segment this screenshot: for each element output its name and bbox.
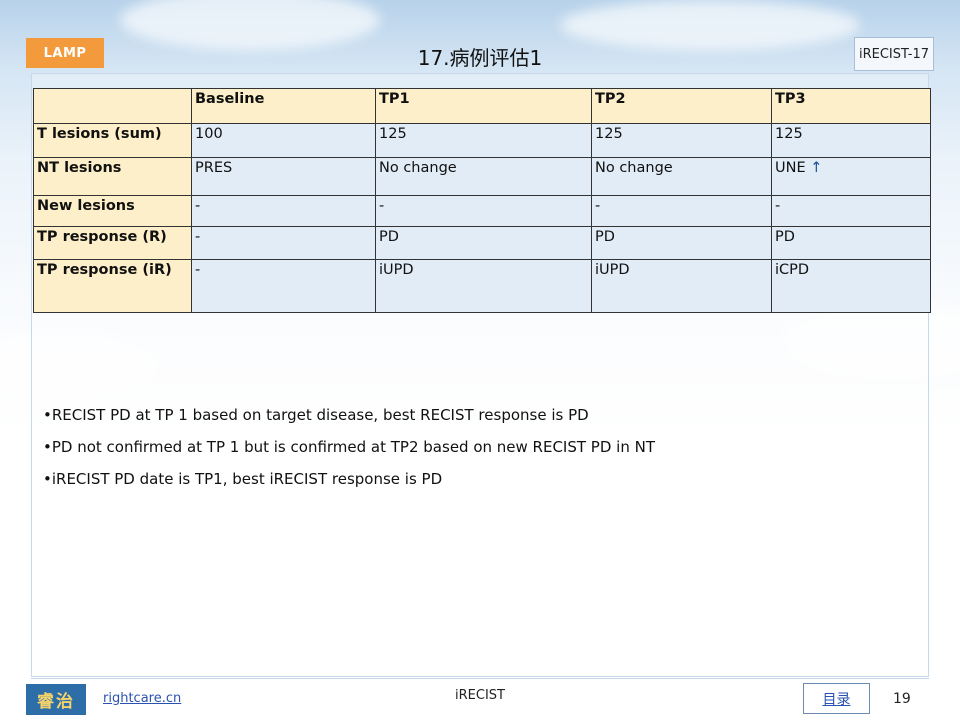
table-cell: 125 — [771, 123, 931, 158]
table-cell: iCPD — [771, 259, 931, 313]
table-row: New lesions - - - - — [33, 195, 931, 227]
footer-divider — [31, 678, 929, 679]
table-cell: 125 — [375, 123, 592, 158]
table-row: TP response (iR) - iUPD iUPD iCPD — [33, 259, 931, 313]
table-cell: 100 — [191, 123, 376, 158]
notes-list: •RECIST PD at TP 1 based on target disea… — [43, 404, 655, 500]
table-cell: PD — [591, 226, 772, 260]
header-cell-baseline: Baseline — [191, 88, 376, 124]
header-cell-tp1: TP1 — [375, 88, 592, 124]
table-row: TP response (R) - PD PD PD — [33, 226, 931, 260]
table-row: NT lesions PRES No change No change UNE … — [33, 157, 931, 196]
evaluation-table: Baseline TP1 TP2 TP3 T lesions (sum) 100… — [33, 88, 931, 313]
row-label: New lesions — [33, 195, 192, 227]
page-title: 17.病例评估1 — [417, 46, 543, 70]
list-item: •RECIST PD at TP 1 based on target disea… — [43, 406, 589, 424]
slide-tag: iRECIST-17 — [854, 37, 934, 71]
table-cell: No change — [591, 157, 772, 196]
list-item: •PD not confirmed at TP 1 but is confirm… — [43, 438, 655, 456]
header-cell-tp2: TP2 — [591, 88, 772, 124]
row-label: T lesions (sum) — [33, 123, 192, 158]
table-cell: - — [591, 195, 772, 227]
header-cell-tp3: TP3 — [771, 88, 931, 124]
table-cell: PD — [375, 226, 592, 260]
table-cell: UNE ↑ — [771, 157, 931, 196]
row-label: TP response (iR) — [33, 259, 192, 313]
table-cell: iUPD — [591, 259, 772, 313]
table-cell: - — [375, 195, 592, 227]
table-cell: - — [771, 195, 931, 227]
row-label: TP response (R) — [33, 226, 192, 260]
table-row: T lesions (sum) 100 125 125 125 — [33, 123, 931, 158]
table-cell: - — [191, 226, 376, 260]
table-cell: 125 — [591, 123, 772, 158]
table-cell: iUPD — [375, 259, 592, 313]
table-cell: PD — [771, 226, 931, 260]
cell-text: UNE — [775, 160, 806, 176]
table-header-row: Baseline TP1 TP2 TP3 — [33, 88, 931, 124]
header-cell-blank — [33, 88, 192, 124]
up-arrow-icon: ↑ — [810, 160, 823, 176]
list-item: •iRECIST PD date is TP1, best iRECIST re… — [43, 470, 443, 488]
table-cell: - — [191, 195, 376, 227]
table-cell: - — [191, 259, 376, 313]
page-number: 19 — [893, 691, 911, 707]
toc-button[interactable]: 目录 — [803, 683, 870, 714]
table-cell: No change — [375, 157, 592, 196]
row-label: NT lesions — [33, 157, 192, 196]
table-cell: PRES — [191, 157, 376, 196]
